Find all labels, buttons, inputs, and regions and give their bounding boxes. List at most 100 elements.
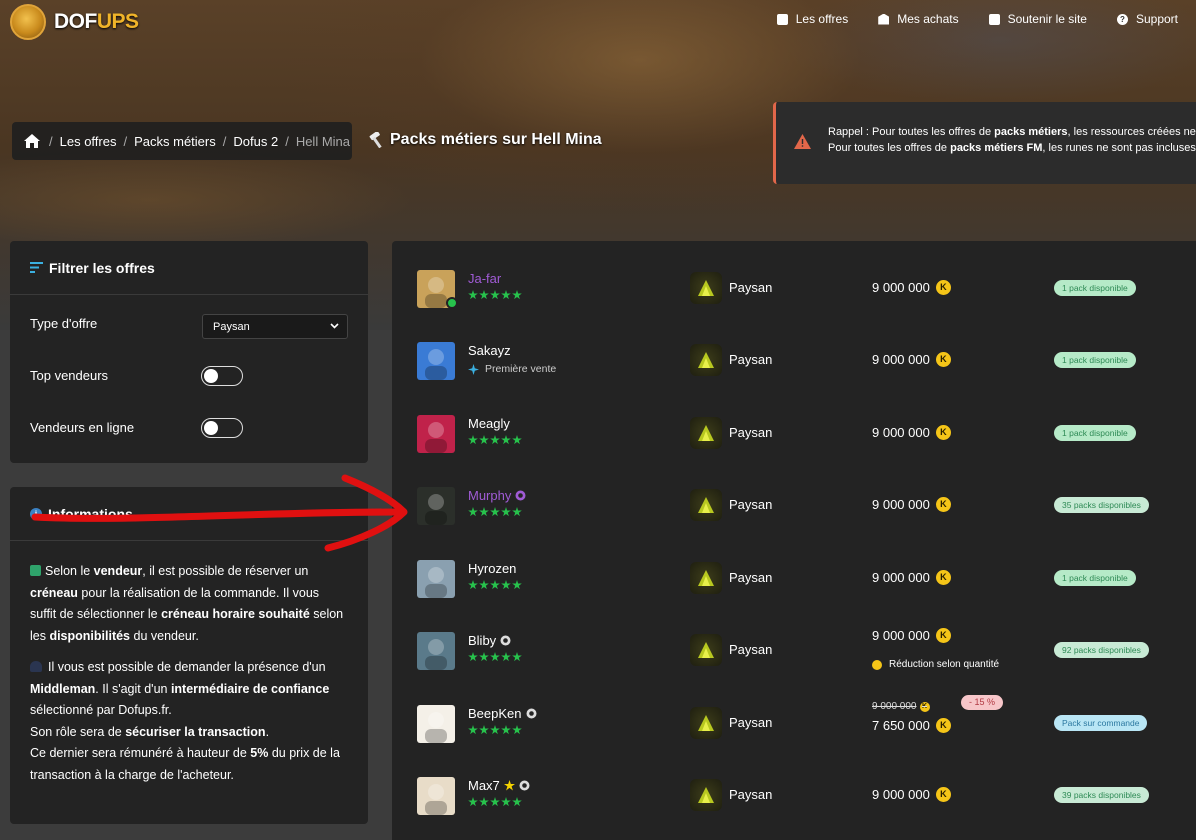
job-label: Paysan [729,497,773,512]
offer-row[interactable]: Meagly Paysan 9 000 000 K 1 pack disponible [392,395,1196,467]
star-icon [512,435,522,445]
sparkle-icon [468,363,479,375]
star-icon [490,580,500,590]
seller-rating-stars [468,652,522,662]
avatar-image [425,639,447,670]
offer-row[interactable]: Sakayz Première vente Paysan 9 000 000 K 1 … [392,322,1196,394]
offer-row[interactable]: Ja-far Paysan 9 000 000 K 1 pack disponible [392,250,1196,322]
info-text: , il est possible de réserver un [142,564,309,578]
star-icon [479,725,489,735]
box-icon [878,13,890,25]
breadcrumb: / Les offres / Packs métiers / Dofus 2 /… [12,122,352,160]
job-label: Paysan [729,280,773,295]
offer-row[interactable]: Hyrozen Paysan 9 000 000 K 1 pack disponibl… [392,540,1196,612]
star-icon [479,507,489,517]
star-icon [468,797,478,807]
paysan-job-icon [690,779,722,811]
medal-icon [515,490,526,501]
home-icon[interactable] [24,134,40,148]
availability-badge: 1 pack disponible [1054,280,1136,296]
availability-badge: Pack sur commande [1054,715,1148,731]
seller-name[interactable]: Max7 [468,778,530,793]
offer-row[interactable]: Murphy Paysan 9 000 000 K 35 packs disponib… [392,467,1196,539]
seller-avatar[interactable] [417,342,455,380]
info-panel: i Informations Selon le vendeur, il est … [10,487,368,824]
quantity-discount-note: Réduction selon quantité [872,659,999,670]
avatar-image [425,349,447,380]
job-label: Paysan [729,352,773,367]
seller-avatar[interactable] [417,777,455,815]
medal-icon [526,708,536,719]
nav-links: Les offres Mes achats Soutenir le site ?… [776,12,1178,26]
seller-avatar[interactable] [417,632,455,670]
price: 9 000 000 K [872,280,951,295]
info-emphasis: créneau horaire souhaité [161,607,310,621]
info-emphasis: intermédiaire de confiance [170,681,330,696]
avatar-image [425,784,447,815]
kama-icon: K [919,701,930,712]
job-label: Paysan [729,642,773,657]
availability-badge: 1 pack disponible [1054,570,1136,586]
site-logo[interactable]: DOFUPS [10,4,139,40]
original-price: 9 000 000 K [872,701,930,712]
job-label: Paysan [729,570,773,585]
seller-avatar[interactable] [417,415,455,453]
info-paragraph-fee: Ce dernier sera rémunéré à hauteur de 5%… [30,743,348,786]
kama-icon: K [935,628,951,643]
star-icon [490,290,500,300]
seller-avatar[interactable] [417,487,455,525]
breadcrumb-dofus-2[interactable]: Dofus 2 [233,134,278,149]
star-icon [490,435,500,445]
chevron-down-icon [330,323,339,329]
star-icon [490,507,500,517]
star-icon [490,797,500,807]
nav-mes-achats[interactable]: Mes achats [878,12,959,26]
info-emphasis: vendeur [93,564,143,578]
breadcrumb-packs-metiers[interactable]: Packs métiers [134,134,216,149]
star-icon [479,290,489,300]
seller-name[interactable]: Bliby [468,633,511,648]
paysan-job-icon [690,417,722,449]
nav-soutenir[interactable]: Soutenir le site [988,12,1087,26]
top-navbar: DOFUPS Les offres Mes achats Soutenir le… [0,0,1196,42]
medal-icon [500,635,511,646]
offer-row[interactable]: BeepKen Paysan 9 000 000 K - 15 % 7 650 000 K… [392,685,1196,757]
avatar-image [425,422,447,453]
offer-type-select[interactable]: Paysan [202,314,348,339]
seller-name[interactable]: BeepKen [468,706,537,721]
offer-row[interactable]: Max7 Paysan 9 000 000 K 39 packs disponible… [392,757,1196,829]
star-icon [501,797,511,807]
offer-row[interactable]: Bliby Paysan 9 000 000 K Réduction selon qu… [392,612,1196,684]
availability-badge: 92 packs disponibles [1054,642,1149,658]
online-sellers-label: Vendeurs en ligne [30,420,135,435]
info-icon: i [30,507,42,520]
seller-name[interactable]: Meagly [468,416,510,431]
star-icon [468,507,478,517]
offers-list: Ja-far Paysan 9 000 000 K 1 pack disponible… [392,241,1196,840]
info-header: i Informations [10,487,368,541]
star-icon [490,725,500,735]
breadcrumb-les-offres[interactable]: Les offres [60,134,117,149]
top-sellers-toggle[interactable] [201,366,243,386]
person-icon [30,661,42,672]
nav-support[interactable]: ? Support [1116,12,1178,26]
seller-avatar[interactable] [417,560,455,598]
seller-name[interactable]: Ja-far [468,271,501,286]
nav-les-offres[interactable]: Les offres [776,12,848,26]
seller-avatar[interactable] [417,705,455,743]
seller-name[interactable]: Sakayz [468,343,511,358]
kama-icon: K [935,352,951,367]
info-text: . Il s'agit d'un [95,681,171,696]
kama-icon: K [935,497,951,512]
filter-icon [30,262,43,273]
alert-line-1: Rappel : Pour toutes les offres de packs… [828,126,1196,138]
heart-icon [988,13,1000,25]
paysan-job-icon [690,272,722,304]
info-text: du vendeur. [130,628,199,643]
paysan-job-icon [690,489,722,521]
online-sellers-toggle[interactable] [201,418,243,438]
seller-name[interactable]: Murphy [468,488,526,503]
star-icon [512,580,522,590]
seller-name[interactable]: Hyrozen [468,561,516,576]
seller-rating-stars [468,797,522,807]
